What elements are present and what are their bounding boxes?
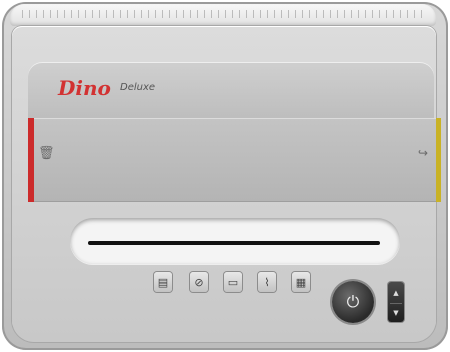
trash-bin-icon: 🗑 xyxy=(38,146,55,161)
right-indicator-strip xyxy=(436,118,441,202)
direction-rocker-switch[interactable]: ▲ ▼ xyxy=(388,282,404,322)
card-feed-icon[interactable]: ▤ xyxy=(154,272,172,292)
cd-shred-icon[interactable]: ⊘ xyxy=(190,272,208,292)
credit-card-icon[interactable]: ▭ xyxy=(224,272,242,292)
power-icon: ⏻ xyxy=(346,292,360,311)
reverse-arrow-icon[interactable]: ▼ xyxy=(390,303,402,321)
left-indicator-strip xyxy=(28,118,34,202)
forward-arrow-icon[interactable]: ▲ xyxy=(390,284,402,301)
waste-bin-drawer[interactable] xyxy=(28,118,440,202)
keyboard-icon[interactable]: ▦ xyxy=(292,272,310,292)
paper-clip-icon[interactable]: ⌇ xyxy=(258,272,276,292)
feed-slot-opening xyxy=(88,241,380,245)
recycle-arrow-icon: ↪ xyxy=(418,146,429,160)
power-button[interactable]: ⏻ xyxy=(332,281,374,323)
top-vent-teeth xyxy=(22,10,426,18)
brand-logo: Dino xyxy=(58,76,111,100)
model-label: Deluxe xyxy=(120,82,156,93)
